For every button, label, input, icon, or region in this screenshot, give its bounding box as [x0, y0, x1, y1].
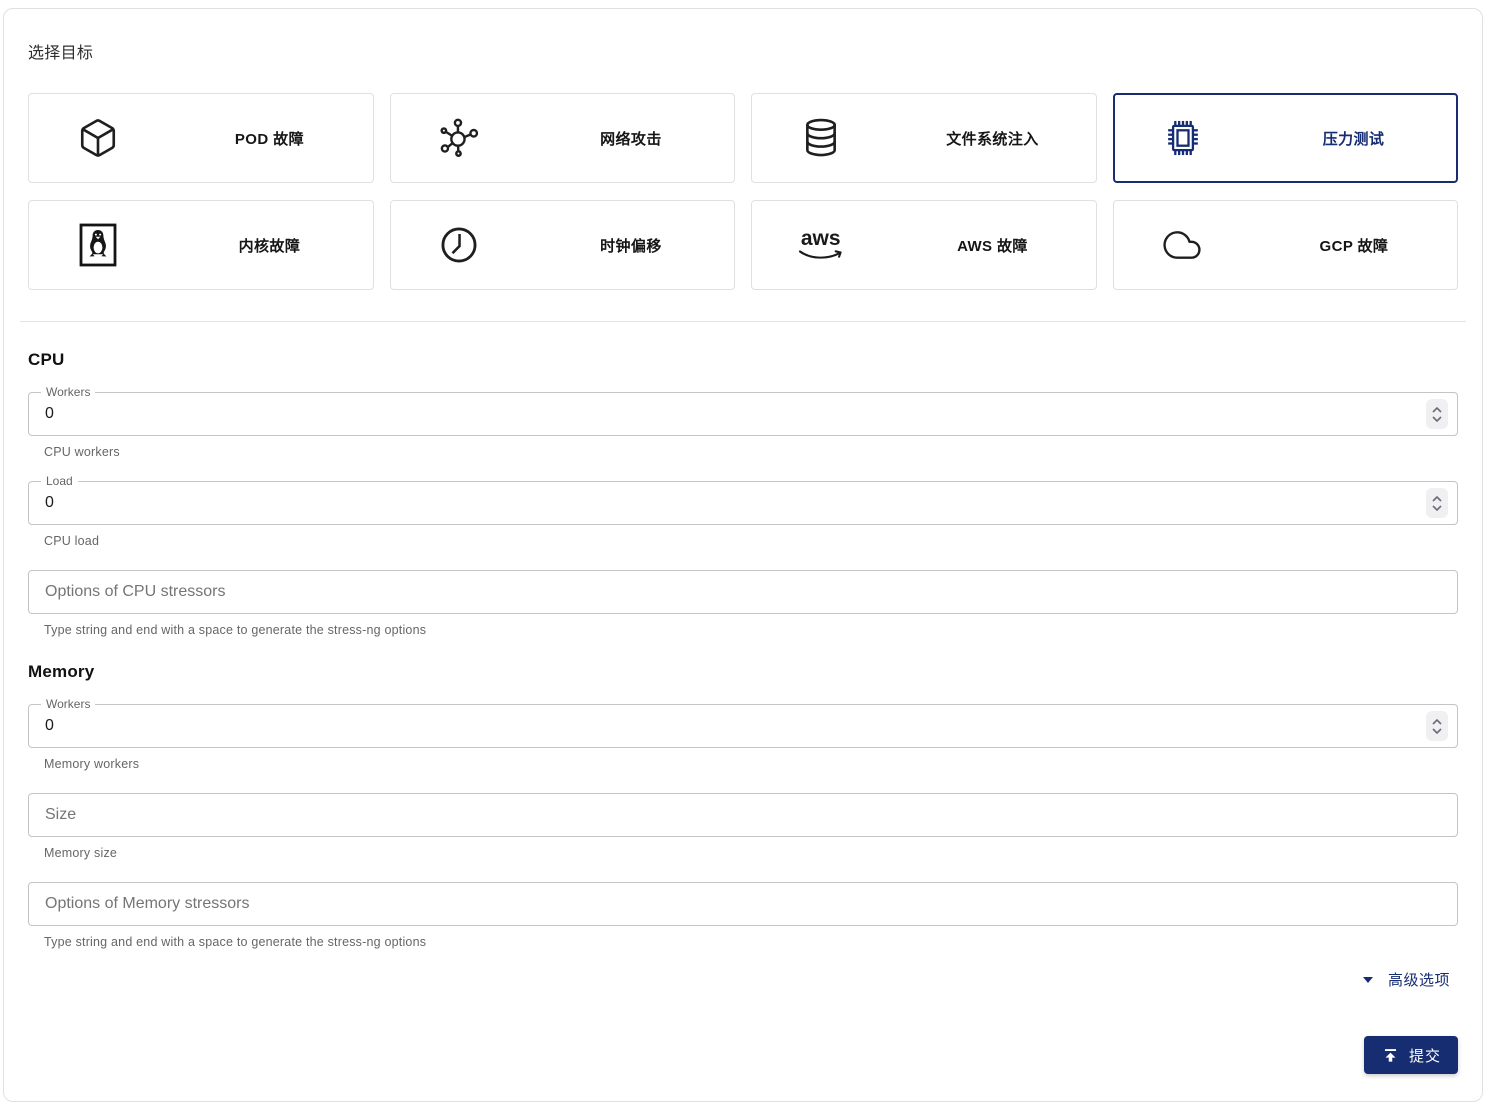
- triangle-down-icon: [1362, 976, 1373, 983]
- cpu-workers-field: Workers: [28, 385, 1458, 436]
- number-stepper[interactable]: [1426, 399, 1448, 429]
- target-card-network-attack[interactable]: 网络攻击: [389, 93, 735, 183]
- network-nodes-icon: [391, 117, 528, 159]
- memory-size-field: [28, 793, 1458, 837]
- chevron-up-icon: [1432, 495, 1442, 502]
- cube-icon: [29, 117, 166, 159]
- cpu-options-input[interactable]: [29, 571, 1457, 613]
- target-card-stress-test[interactable]: 压力测试: [1112, 93, 1458, 183]
- memory-size-input[interactable]: [29, 794, 1457, 836]
- advanced-options-toggle[interactable]: 高级选项: [28, 969, 1458, 990]
- memory-options-field: [28, 882, 1458, 926]
- chevron-down-icon: [1432, 727, 1442, 734]
- memory-options-input[interactable]: [29, 883, 1457, 925]
- target-card-clock-skew[interactable]: 时钟偏移: [389, 200, 735, 290]
- target-card-label: POD 故障: [234, 130, 304, 148]
- cpu-options-helper: Type string and end with a space to gene…: [44, 623, 427, 637]
- cpu-workers-input[interactable]: [29, 393, 1457, 435]
- stress-form: CPU Workers CPU workers Load CPU load Ty…: [4, 322, 1482, 1074]
- target-card-pod-fault[interactable]: POD 故障: [28, 93, 374, 183]
- target-card-label: 内核故障: [238, 237, 301, 255]
- aws-logo-icon: aws: [752, 228, 889, 262]
- cpu-options-field: [28, 570, 1458, 614]
- linux-tux-icon: [29, 222, 166, 268]
- database-icon: [752, 116, 889, 160]
- target-card-label: 文件系统注入: [946, 130, 1039, 148]
- cpu-load-field: Load: [28, 474, 1458, 525]
- target-card-label: 网络攻击: [600, 130, 662, 148]
- cpu-workers-label: Workers: [41, 385, 96, 399]
- cpu-load-helper: CPU load: [44, 534, 100, 548]
- target-card-filesystem-inject[interactable]: 文件系统注入: [751, 93, 1097, 183]
- cpu-chip-icon: [1115, 116, 1252, 160]
- clock-icon: [391, 224, 528, 266]
- cpu-load-input[interactable]: [29, 482, 1457, 524]
- cpu-load-label: Load: [41, 474, 78, 488]
- chevron-up-icon: [1432, 406, 1442, 413]
- target-card-label: GCP 故障: [1319, 237, 1389, 255]
- memory-workers-helper: Memory workers: [44, 757, 140, 771]
- publish-icon: [1384, 1048, 1397, 1062]
- target-card-kernel-fault[interactable]: 内核故障: [28, 200, 374, 290]
- target-card-gcp-fault[interactable]: GCP 故障: [1112, 200, 1458, 290]
- target-picker-title: 选择目标: [28, 45, 94, 62]
- target-picker-section: 选择目标 POD 故障 网络攻击 文件系统注入 压力测试 内核故障 时钟偏移 a…: [4, 9, 1482, 290]
- target-card-label: 压力测试: [1322, 130, 1385, 148]
- memory-workers-field: Workers: [28, 697, 1458, 748]
- cpu-workers-helper: CPU workers: [44, 445, 120, 459]
- memory-workers-input[interactable]: [29, 705, 1457, 747]
- cpu-section-heading: CPU: [28, 350, 65, 369]
- target-card-aws-fault[interactable]: aws AWS 故障: [751, 200, 1097, 290]
- target-type-grid: POD 故障 网络攻击 文件系统注入 压力测试 内核故障 时钟偏移 aws AW…: [28, 93, 1458, 290]
- submit-button-label: 提交: [1408, 1047, 1441, 1065]
- number-stepper[interactable]: [1426, 488, 1448, 518]
- target-card-label: AWS 故障: [957, 237, 1028, 255]
- chevron-down-icon: [1432, 415, 1442, 422]
- memory-section-heading: Memory: [28, 662, 95, 681]
- experiment-panel: 选择目标 POD 故障 网络攻击 文件系统注入 压力测试 内核故障 时钟偏移 a…: [3, 8, 1483, 1102]
- memory-workers-label: Workers: [41, 697, 96, 711]
- target-card-label: 时钟偏移: [600, 237, 662, 255]
- cloud-icon: [1114, 226, 1251, 264]
- number-stepper[interactable]: [1426, 711, 1448, 741]
- chevron-down-icon: [1432, 504, 1442, 511]
- submit-button[interactable]: 提交: [1363, 1036, 1458, 1074]
- memory-size-helper: Memory size: [44, 846, 118, 860]
- chevron-up-icon: [1432, 718, 1442, 725]
- advanced-options-label: 高级选项: [1387, 972, 1450, 989]
- memory-options-helper: Type string and end with a space to gene…: [44, 935, 427, 949]
